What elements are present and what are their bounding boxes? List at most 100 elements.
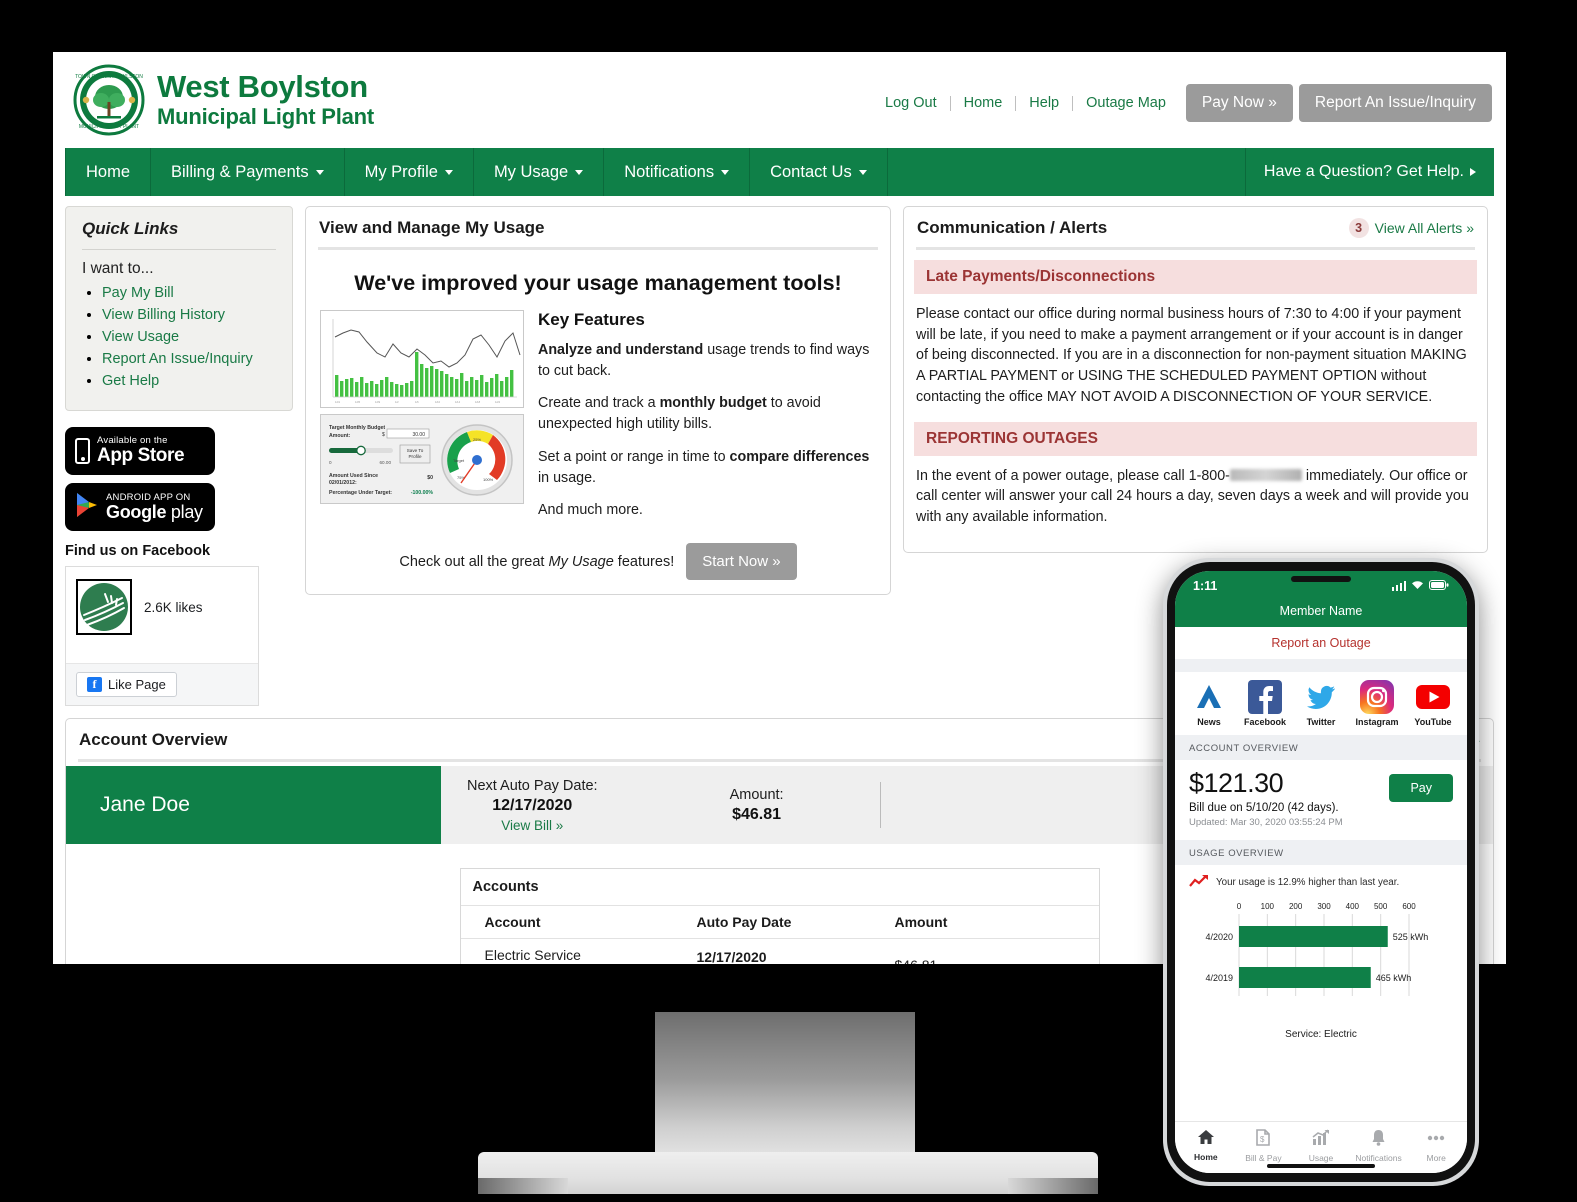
usage-panel: View and Manage My Usage We've improved … [305, 206, 891, 596]
budget-gauge-thumbnail: Target Monthly Budget Amount: $ 30.00 0 … [320, 414, 524, 504]
quick-link-pay-my-bill[interactable]: Pay My Bill [102, 285, 174, 301]
nav-item-notifications[interactable]: Notifications [604, 148, 751, 196]
social-twitter[interactable]: Twitter [1298, 680, 1344, 727]
social-facebook[interactable]: Facebook [1242, 680, 1288, 727]
nav-item-billing-payments[interactable]: Billing & Payments [151, 148, 345, 196]
social-news[interactable]: News [1186, 680, 1232, 727]
quick-link-report-an-issue[interactable]: Report An Issue/Inquiry [102, 351, 253, 367]
svg-text:4/2020: 4/2020 [1205, 932, 1233, 942]
accounts-table: Accounts Account Auto Pay Date Amount El… [459, 868, 1100, 964]
feature-3-bold: compare differences [729, 448, 870, 465]
chart-icon [1312, 1129, 1329, 1145]
view-all-alerts-link[interactable]: View All Alerts » [1375, 220, 1474, 236]
phone-usage-note-row: Your usage is 12.9% higher than last yea… [1175, 865, 1467, 892]
tab-bill-pay[interactable]: $ Bill & Pay [1235, 1129, 1291, 1163]
top-link-home[interactable]: Home [951, 95, 1017, 111]
pay-now-button[interactable]: Pay Now » [1185, 84, 1293, 122]
google-play-icon [75, 492, 99, 523]
svg-text:525 kWh: 525 kWh [1393, 932, 1429, 942]
app-store-badge[interactable]: Available on the App Store [65, 427, 215, 475]
tab-usage[interactable]: Usage [1293, 1129, 1349, 1163]
svg-text:MUNICIPAL LIGHT PLANT: MUNICIPAL LIGHT PLANT [79, 124, 139, 130]
nav-label: My Profile [364, 162, 438, 181]
tab-more[interactable]: More [1408, 1129, 1464, 1163]
chevron-down-icon [858, 169, 867, 175]
app-store-badges: Available on the App Store ANDROID APP O… [65, 427, 293, 531]
quick-link-get-help[interactable]: Get Help [102, 373, 159, 389]
google-play-word: Google [106, 501, 167, 522]
nav-item-home[interactable]: Home [65, 148, 152, 196]
accounts-table-caption: Accounts [460, 869, 1099, 906]
phone-usage-chart: 0 100 200 300 400 500 600 4/2020 525 kWh 4/2019 46… [1175, 892, 1467, 1024]
nav-item-contact-us[interactable]: Contact Us [750, 148, 888, 196]
list-item: View Billing History [102, 306, 276, 324]
cell-auto-pay-date: 12/17/2020 View Bill » [697, 949, 895, 965]
google-play-badge-text: ANDROID APP ON Google play [106, 492, 203, 522]
social-instagram[interactable]: Instagram [1354, 680, 1400, 727]
utility-nav: Log Out Home Help Outage Map Pay Now » R… [872, 84, 1492, 122]
table-row[interactable]: Electric Service - Auto Pay 12/17/2020 V… [461, 939, 1099, 964]
phone-pay-button[interactable]: Pay [1389, 774, 1453, 802]
amount-value: $46.81 [732, 805, 782, 823]
top-link-help[interactable]: Help [1016, 95, 1074, 111]
svg-text:Amount Used Since: Amount Used Since [329, 473, 378, 479]
report-issue-button[interactable]: Report An Issue/Inquiry [1298, 84, 1492, 122]
home-icon [1197, 1130, 1214, 1144]
bar-4/2019 [1239, 967, 1371, 988]
usage-hero-headline: We've improved your usage management too… [354, 271, 842, 295]
view-bill-link[interactable]: View Bill » [467, 818, 598, 833]
brand-wordmark: West Boylston Municipal Light Plant [157, 70, 374, 129]
google-play-badge[interactable]: ANDROID APP ON Google play [65, 483, 215, 531]
svg-text:-100.00%: -100.00% [411, 490, 434, 496]
phone-header-title: Member Name [1175, 601, 1467, 627]
top-link-log-out[interactable]: Log Out [872, 95, 951, 111]
chevron-down-icon [315, 169, 324, 175]
alerts-panel-header: Communication / Alerts 3 View All Alerts… [904, 207, 1487, 247]
quick-link-view-usage[interactable]: View Usage [102, 329, 179, 345]
twitter-icon [1304, 680, 1338, 714]
facebook-page-avatar [76, 579, 132, 635]
feature-2-pre: Create and track a [538, 395, 660, 412]
nav-label: Contact Us [770, 162, 852, 181]
monitor-stand-neck [655, 1012, 915, 1160]
divider [879, 782, 881, 828]
tab-notifications[interactable]: Notifications [1351, 1129, 1407, 1163]
tab-home[interactable]: Home [1178, 1129, 1234, 1163]
list-item: View Usage [102, 328, 276, 346]
svg-text:Target Monthly Budget: Target Monthly Budget [329, 425, 385, 431]
svg-text:1/22: 1/22 [495, 400, 501, 404]
monitor-stand-base [478, 1152, 1098, 1194]
usage-panel-footer: Check out all the great My Usage feature… [320, 543, 876, 581]
svg-text:$: $ [382, 432, 385, 438]
svg-text:60.00: 60.00 [380, 460, 392, 465]
phone-report-outage-link[interactable]: Report an Outage [1175, 627, 1467, 659]
nav-label: Home [86, 162, 131, 181]
quick-link-view-billing-history[interactable]: View Billing History [102, 307, 225, 323]
usage-footer-em: My Usage [548, 553, 614, 570]
site-logo[interactable]: TOWN OF WEST BOYLSTON MUNICIPAL LIGHT PL… [73, 64, 374, 136]
social-youtube[interactable]: YouTube [1410, 680, 1456, 727]
svg-text:1/6: 1/6 [415, 400, 419, 404]
next-autopay-label: Next Auto Pay Date: [467, 777, 598, 794]
nav-item-my-profile[interactable]: My Profile [345, 148, 474, 196]
top-link-outage-map[interactable]: Outage Map [1073, 95, 1180, 111]
svg-text:02/01/2012:: 02/01/2012: [329, 480, 357, 486]
facebook-like-label: Like Page [108, 677, 166, 692]
social-label: YouTube [1414, 717, 1452, 727]
feature-4: And much more. [538, 502, 643, 519]
alert-section-title-late-payments: Late Payments/Disconnections [914, 260, 1477, 294]
nav-item-my-usage[interactable]: My Usage [474, 148, 605, 196]
get-help-cta[interactable]: Have a Question? Get Help. [1244, 148, 1494, 196]
usage-thumbnails: 12/1 12/5 12/9 1/2 1/6 1/10 1/14 1/18 1/22 [320, 310, 524, 533]
facebook-widget: 2.6K likes f Like Page [65, 566, 259, 706]
bar-4/2020 [1239, 926, 1388, 947]
facebook-like-button[interactable]: f Like Page [76, 672, 177, 697]
quick-links-list: Pay My Bill View Billing History View Us… [82, 284, 276, 390]
usage-panel-header: View and Manage My Usage [306, 207, 890, 247]
facebook-icon [1248, 680, 1282, 714]
facebook-icon: f [87, 677, 102, 692]
feature-1-bold: Analyze and understand [538, 342, 704, 358]
alerts-panel: Communication / Alerts 3 View All Alerts… [903, 206, 1488, 553]
start-now-button[interactable]: Start Now » [686, 543, 797, 581]
svg-text:0: 0 [329, 460, 332, 465]
